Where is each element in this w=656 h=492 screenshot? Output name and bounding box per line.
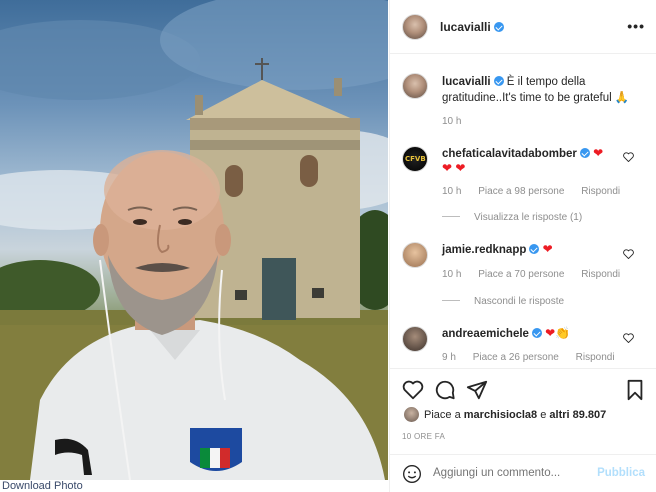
heart-icon[interactable] xyxy=(623,249,634,259)
comment-1-line-2: ❤ ❤ xyxy=(442,161,466,175)
likes-summary[interactable]: Piace a marchisiocla8 e altri 89.807 xyxy=(424,409,606,421)
post-header: lucavialli ••• xyxy=(390,0,656,54)
verified-badge-icon xyxy=(531,328,542,338)
comment-likes[interactable]: Piace a 70 persone xyxy=(478,269,564,280)
comment-likes[interactable]: Piace a 26 persone xyxy=(473,352,559,363)
comment-meta: 10 h Piace a 70 persone Rispondi xyxy=(442,269,634,280)
heart-icon[interactable] xyxy=(623,152,634,162)
post-caption: lucavialli È il tempo della gratitudine.… xyxy=(442,74,647,106)
verified-badge-icon xyxy=(579,148,590,158)
heart-icon[interactable] xyxy=(623,333,634,343)
caption-avatar[interactable] xyxy=(402,73,428,99)
comment-age[interactable]: 9 h xyxy=(442,352,456,363)
author-username[interactable]: lucavialli xyxy=(440,20,504,34)
comment-meta: 10 h Piace a 98 persone Rispondi xyxy=(442,186,634,197)
download-photo-link[interactable]: Download Photo xyxy=(2,480,83,492)
hide-replies-link[interactable]: Nascondi le risposte xyxy=(442,296,564,307)
view-replies-link[interactable]: Visualizza le risposte (1) xyxy=(442,212,582,223)
comment-username[interactable]: andreaemichele xyxy=(442,328,529,340)
verified-badge-icon xyxy=(493,22,504,32)
reply-button[interactable]: Rispondi xyxy=(576,352,615,363)
reply-button[interactable]: Rispondi xyxy=(581,269,620,280)
comment-avatar[interactable] xyxy=(402,242,428,268)
post-actions: Piace a marchisiocla8 e altri 89.807 10 … xyxy=(390,368,656,492)
post-date[interactable]: 10 ORE FA xyxy=(402,432,445,441)
reply-button[interactable]: Rispondi xyxy=(581,186,620,197)
smile-icon[interactable] xyxy=(402,464,422,484)
liker-avatar[interactable] xyxy=(404,407,419,422)
post-photo[interactable] xyxy=(0,0,388,480)
comment-meta: 9 h Piace a 26 persone Rispondi xyxy=(442,352,629,363)
comment-input[interactable] xyxy=(433,467,583,479)
comment-avatar[interactable]: CFVB xyxy=(402,146,428,172)
bookmark-icon[interactable] xyxy=(624,379,646,401)
caption-text-1: È il tempo della xyxy=(506,76,586,88)
comment-1: chefaticalavitadabomber ❤ xyxy=(442,145,603,162)
comment-username[interactable]: chefaticalavitadabomber xyxy=(442,148,577,160)
comment-emoji: ❤ xyxy=(542,242,553,256)
comment-emoji: ❤ xyxy=(593,146,604,160)
caption-age[interactable]: 10 h xyxy=(442,116,475,127)
share-icon[interactable] xyxy=(466,379,488,401)
post-side-panel: lucavialli ••• lucavialli È il tempo del… xyxy=(389,0,656,492)
comment-age[interactable]: 10 h xyxy=(442,186,461,197)
verified-badge-icon xyxy=(493,76,504,86)
comment-2: jamie.redknapp ❤ xyxy=(442,241,553,258)
caption-text-2: gratitudine..It's time to be grateful xyxy=(442,92,612,104)
author-avatar[interactable] xyxy=(402,14,428,40)
comment-emoji: ❤👏 xyxy=(545,326,571,340)
heart-icon[interactable] xyxy=(402,379,424,401)
comment-avatar[interactable] xyxy=(402,326,428,352)
verified-badge-icon xyxy=(529,244,540,254)
more-horizontal-icon[interactable]: ••• xyxy=(627,18,645,34)
comment-username[interactable]: jamie.redknapp xyxy=(442,244,526,256)
photo-illustration xyxy=(0,0,388,480)
comment-likes[interactable]: Piace a 98 persone xyxy=(478,186,564,197)
caption-username[interactable]: lucavialli xyxy=(442,76,491,88)
comment-box: Pubblica xyxy=(390,454,656,492)
comment-age[interactable]: 10 h xyxy=(442,269,461,280)
comment-icon[interactable] xyxy=(434,379,456,401)
publish-button[interactable]: Pubblica xyxy=(597,467,645,479)
pray-emoji: 🙏 xyxy=(614,92,630,104)
comment-3: andreaemichele ❤👏 xyxy=(442,325,570,342)
